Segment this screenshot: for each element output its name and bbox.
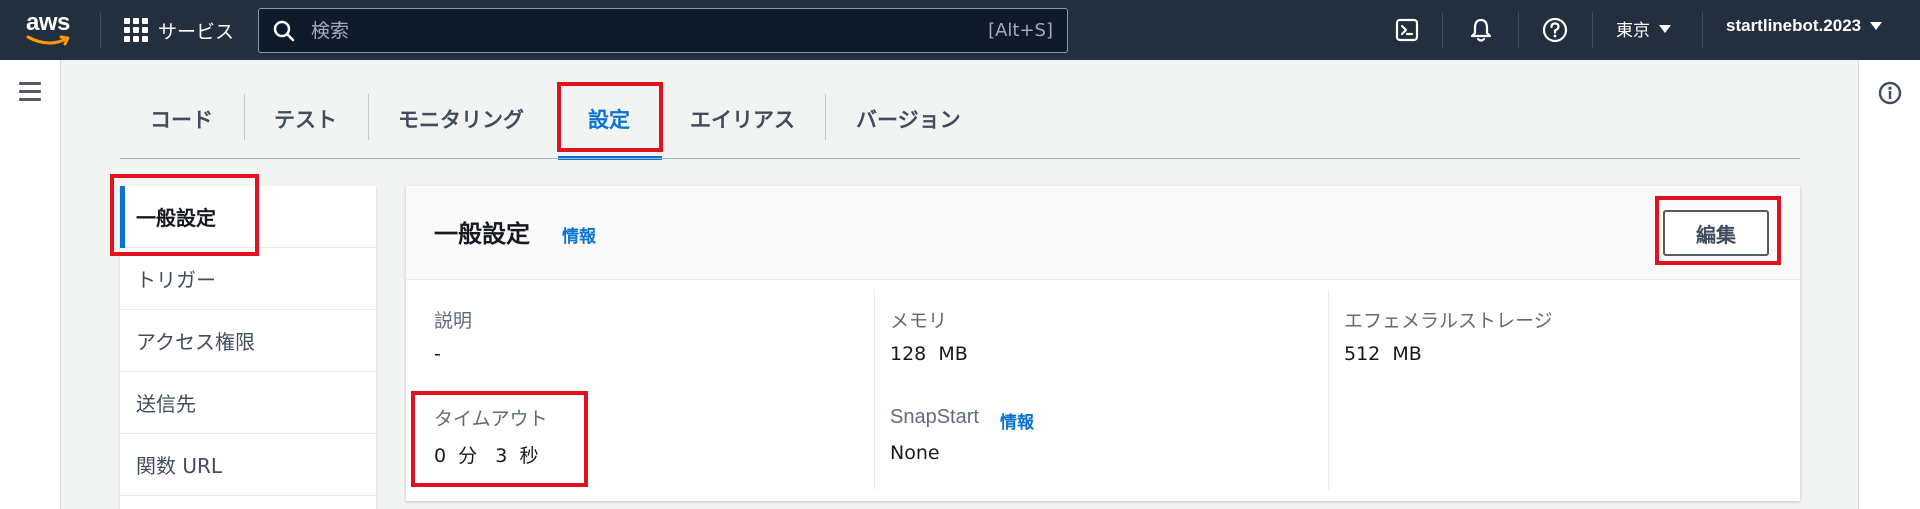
nav-divider [1518, 12, 1519, 48]
panel-header: 一般設定 情報 編集 [406, 186, 1800, 280]
nav-divider [1442, 12, 1443, 48]
caret-down-icon [1870, 22, 1883, 30]
nav-divider [100, 12, 101, 48]
column-divider [1328, 290, 1329, 490]
cloudshell-icon [1395, 18, 1419, 42]
tab-monitoring[interactable]: モニタリング [398, 96, 524, 142]
tab-divider [244, 94, 245, 140]
description-value: - [434, 343, 441, 365]
tab-versions[interactable]: バージョン [856, 96, 961, 142]
notifications-button[interactable] [1466, 15, 1496, 45]
info-panel-icon[interactable] [1878, 81, 1902, 105]
sidenav-item-permissions[interactable]: アクセス権限 [120, 310, 376, 372]
panel-title: 一般設定 [434, 220, 530, 248]
sidenav-item-destinations[interactable]: 送信先 [120, 372, 376, 434]
region-label: 東京 [1616, 21, 1650, 41]
left-rail [0, 60, 61, 509]
sidenav-item-label: 関数 URL [136, 454, 223, 478]
help-button[interactable] [1540, 15, 1570, 45]
configuration-sidenav: 一般設定 トリガー アクセス権限 送信先 関数 URL [120, 186, 376, 509]
sidenav-item-function-url[interactable]: 関数 URL [120, 434, 376, 496]
search-icon [273, 20, 295, 42]
tab-divider [825, 94, 826, 140]
search-input[interactable] [311, 15, 911, 46]
account-menu[interactable]: startlinebot.2023 [1726, 16, 1883, 36]
search-bar[interactable]: [Alt+S] [258, 8, 1068, 53]
description-label: 説明 [434, 310, 473, 332]
help-icon [1542, 17, 1568, 43]
snapstart-value: None [890, 442, 940, 464]
region-selector[interactable]: 東京 [1616, 16, 1671, 41]
aws-smile-icon [26, 35, 70, 46]
nav-divider [1702, 12, 1703, 48]
panel-info-link[interactable]: 情報 [562, 222, 596, 247]
menu-toggle-icon[interactable] [19, 82, 41, 102]
sidenav-item-label: 送信先 [136, 392, 196, 416]
cloudshell-button[interactable] [1392, 15, 1422, 45]
snapstart-info-link[interactable]: 情報 [1000, 408, 1034, 433]
tab-configuration[interactable]: 設定 [588, 96, 630, 142]
top-navigation: aws サービス [Alt+S] [0, 0, 1920, 60]
memory-value: 128 MB [890, 343, 968, 365]
search-shortcut-hint: [Alt+S] [988, 20, 1053, 41]
tab-divider [368, 94, 369, 140]
aws-logo[interactable]: aws [26, 10, 76, 50]
tab-code[interactable]: コード [150, 96, 213, 142]
apps-grid-icon [124, 18, 148, 42]
ephemeral-storage-label: エフェメラルストレージ [1344, 310, 1553, 332]
snapstart-label: SnapStart [890, 406, 979, 428]
sidenav-item-label: アクセス権限 [136, 330, 255, 354]
sidenav-item-general[interactable]: 一般設定 [120, 186, 376, 248]
timeout-value: 0 分 3 秒 [434, 445, 539, 467]
sidenav-item-triggers[interactable]: トリガー [120, 248, 376, 310]
column-divider [874, 290, 875, 490]
aws-logo-text: aws [26, 9, 70, 36]
ephemeral-storage-value: 512 MB [1344, 343, 1422, 365]
active-item-indicator [120, 186, 125, 248]
account-label: startlinebot.2023 [1726, 16, 1862, 35]
right-rail [1858, 60, 1920, 509]
caret-down-icon [1659, 24, 1671, 33]
sidenav-item-label: 一般設定 [136, 206, 216, 230]
tabs-baseline [120, 158, 1800, 159]
services-label: サービス [158, 20, 235, 43]
nav-divider [1592, 12, 1593, 48]
bell-icon [1470, 18, 1492, 42]
edit-button[interactable]: 編集 [1663, 210, 1769, 256]
function-tabs: コード テスト モニタリング 設定 エイリアス バージョン [120, 80, 1800, 160]
memory-label: メモリ [890, 310, 948, 332]
sidenav-item-label: トリガー [136, 268, 216, 292]
timeout-label: タイムアウト [434, 408, 548, 430]
services-menu-button[interactable]: サービス [124, 15, 234, 45]
general-configuration-panel: 一般設定 情報 編集 説明 - タイムアウト 0 分 3 秒 メモリ 128 M… [406, 186, 1800, 501]
tab-aliases[interactable]: エイリアス [690, 96, 795, 142]
tab-test[interactable]: テスト [274, 96, 337, 142]
